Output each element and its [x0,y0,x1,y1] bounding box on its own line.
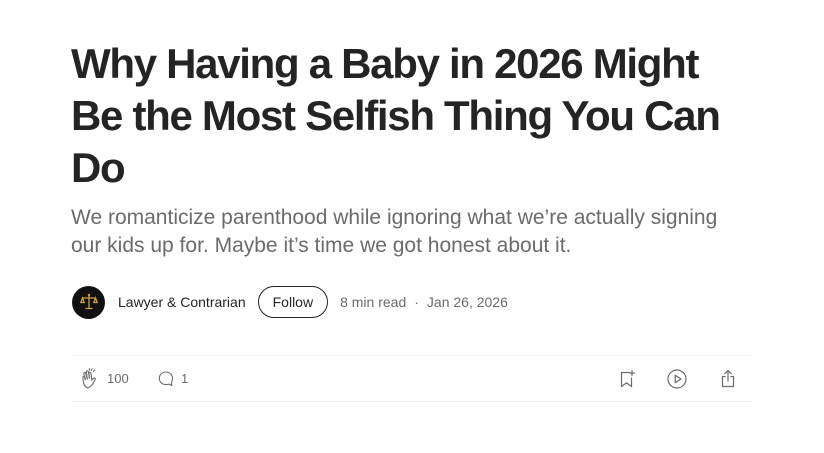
article-meta: 8 min read · Jan 26, 2026 [340,294,508,310]
article-header: Why Having a Baby in 2026 Might Be the M… [71,38,752,260]
clap-button[interactable]: 100 [79,356,129,401]
comment-button[interactable]: 1 [155,356,188,401]
action-bar: 100 1 [71,355,752,402]
follow-button[interactable]: Follow [257,286,329,318]
comment-icon [158,370,174,386]
scales-of-justice-icon [79,293,98,310]
author-name[interactable]: Lawyer & Contrarian [118,294,246,310]
article-subtitle: We romanticize parenthood while ignoring… [71,206,718,257]
clap-count: 100 [107,371,129,386]
share-button[interactable] [717,356,739,401]
play-icon [667,368,687,389]
clap-icon [82,367,96,389]
comment-count: 1 [181,371,189,386]
read-time: 8 min read [340,294,407,310]
bookmark-add-icon [620,369,636,387]
byline: Lawyer & Contrarian Follow 8 min read · … [71,285,508,319]
listen-button[interactable] [665,356,689,401]
article-title: Why Having a Baby in 2026 Might Be the M… [71,40,721,191]
meta-separator: · [414,294,419,310]
share-icon [721,369,735,387]
save-button[interactable] [616,356,638,401]
publish-date: Jan 26, 2026 [426,294,508,310]
avatar[interactable] [72,285,105,319]
